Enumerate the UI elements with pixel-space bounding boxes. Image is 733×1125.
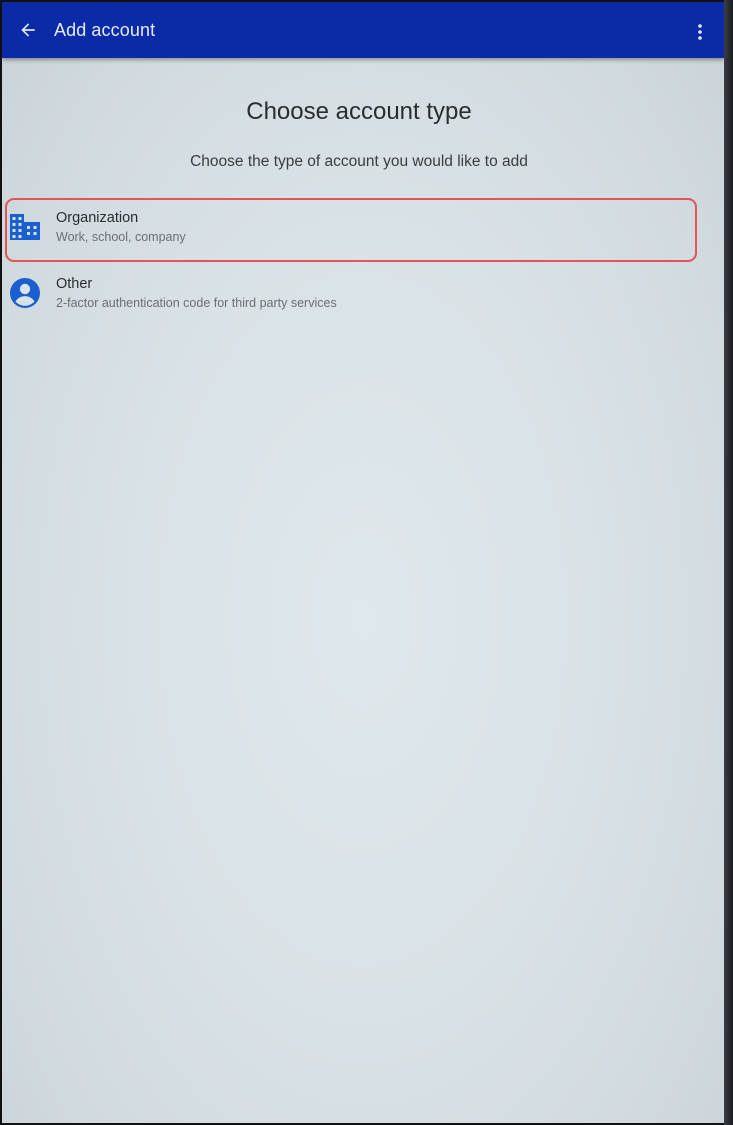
account-type-subtitle: 2-factor authentication code for third p… (56, 296, 337, 310)
back-button[interactable] (12, 14, 44, 46)
page-title: Add account (54, 20, 156, 40)
overflow-menu-button[interactable] (688, 18, 712, 46)
arrow-left-icon (21, 23, 35, 37)
account-type-title: Organization (56, 210, 139, 226)
app-screen: Add account Choose account type Choose t… (2, 2, 724, 1123)
device-bezel (724, 0, 733, 1125)
account-type-subtitle: Work, school, company (56, 230, 186, 244)
more-vert-icon (698, 24, 702, 40)
app-bar: Add account (2, 2, 724, 58)
device-frame: Add account Choose account type Choose t… (0, 0, 733, 1125)
building-icon (10, 214, 40, 240)
account-type-other[interactable]: Other 2-factor authentication code for t… (2, 264, 714, 326)
account-circle-icon (10, 278, 40, 308)
choose-account-heading: Choose account type (246, 98, 472, 125)
account-type-organization[interactable]: Organization Work, school, company (2, 198, 714, 262)
choose-account-subheading: Choose the type of account you would lik… (190, 153, 528, 170)
account-type-title: Other (56, 276, 93, 292)
